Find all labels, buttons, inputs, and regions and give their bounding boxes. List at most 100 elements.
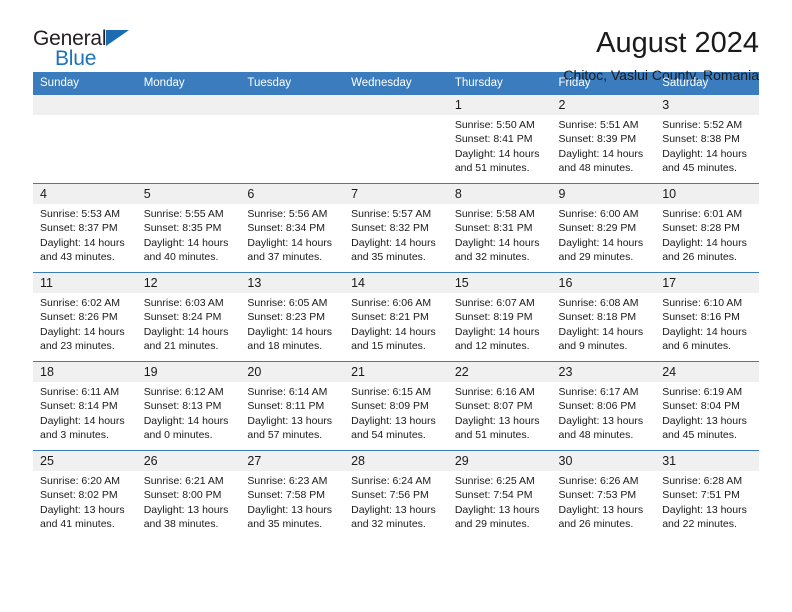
day-details: Sunrise: 5:53 AM Sunset: 8:37 PM Daylight:… <box>33 204 137 264</box>
daylight-text: Daylight: 14 hours and 51 minutes. <box>454 147 540 174</box>
title-block: August 2024 Chitoc, Vaslui County, Roman… <box>563 26 759 85</box>
daylight-text: Daylight: 14 hours and 23 minutes. <box>40 325 125 352</box>
day-details: Sunrise: 6:16 AM Sunset: 8:07 PM Daylight:… <box>448 382 552 442</box>
day-cell[interactable]: 10 Sunrise: 6:01 AM Sunset: 8:28 PM Dayligh… <box>655 183 759 273</box>
weekday-header-tuesday: Tuesday <box>240 72 345 95</box>
day-cell[interactable]: 26 Sunrise: 6:21 AM Sunset: 8:00 PM Dayligh… <box>136 450 241 540</box>
daylight-text: Daylight: 14 hours and 35 minutes. <box>351 236 436 263</box>
day-cell[interactable]: 2 Sunrise: 5:51 AM Sunset: 8:39 PM Daylight… <box>551 94 656 184</box>
day-details: Sunrise: 6:20 AM Sunset: 8:02 PM Daylight:… <box>33 471 137 531</box>
day-cell[interactable]: 29 Sunrise: 6:25 AM Sunset: 7:54 PM Dayligh… <box>447 450 552 540</box>
day-cell[interactable]: 13 Sunrise: 6:05 AM Sunset: 8:23 PM Dayligh… <box>240 272 345 362</box>
day-number: 1 <box>447 95 552 115</box>
daylight-text: Daylight: 13 hours and 51 minutes. <box>454 414 540 441</box>
day-cell[interactable]: 4 Sunrise: 5:53 AM Sunset: 8:37 PM Daylight… <box>33 183 137 273</box>
day-details: Sunrise: 6:03 AM Sunset: 8:24 PM Daylight:… <box>137 293 241 353</box>
month-calendar: Sunday Monday Tuesday Wednesday Thursday Frid… <box>33 72 759 540</box>
calendar-body: 1 Sunrise: 5:50 AM Sunset: 8:41 PM Daylight… <box>33 94 759 540</box>
day-cell[interactable]: 9 Sunrise: 6:00 AM Sunset: 8:29 PM Daylight… <box>551 183 656 273</box>
day-cell[interactable]: 5 Sunrise: 5:55 AM Sunset: 8:35 PM Daylight… <box>136 183 241 273</box>
day-cell[interactable]: 3 Sunrise: 5:52 AM Sunset: 8:38 PM Daylight… <box>655 94 759 184</box>
day-cell[interactable]: 28 Sunrise: 6:24 AM Sunset: 7:56 PM Dayligh… <box>344 450 448 540</box>
sunrise-text: Sunrise: 6:14 AM <box>247 386 328 398</box>
day-details: Sunrise: 5:56 AM Sunset: 8:34 PM Daylight:… <box>240 204 344 264</box>
day-number: 8 <box>447 184 552 204</box>
sunrise-text: Sunrise: 6:01 AM <box>662 208 743 220</box>
sunset-text: Sunset: 8:32 PM <box>351 222 429 235</box>
daylight-text: Daylight: 14 hours and 18 minutes. <box>247 325 333 352</box>
day-details: Sunrise: 6:02 AM Sunset: 8:26 PM Daylight:… <box>33 293 137 353</box>
day-number: 9 <box>551 184 656 204</box>
day-details: Sunrise: 6:08 AM Sunset: 8:18 PM Daylight:… <box>552 293 656 353</box>
sunset-text: Sunset: 8:29 PM <box>558 222 637 235</box>
day-number: 10 <box>655 184 759 204</box>
sunset-text: Sunset: 8:16 PM <box>662 311 740 324</box>
sunset-text: Sunset: 8:34 PM <box>247 222 326 235</box>
location-subtitle: Chitoc, Vaslui County, Romania <box>563 67 759 83</box>
day-cell[interactable]: 23 Sunrise: 6:17 AM Sunset: 8:06 PM Dayligh… <box>551 361 656 451</box>
day-details: Sunrise: 5:57 AM Sunset: 8:32 PM Daylight:… <box>344 204 448 264</box>
day-number <box>33 95 137 115</box>
sunrise-text: Sunrise: 5:53 AM <box>40 208 120 220</box>
day-number: 16 <box>551 273 656 293</box>
day-cell[interactable]: 16 Sunrise: 6:08 AM Sunset: 8:18 PM Dayligh… <box>551 272 656 362</box>
day-cell[interactable]: 8 Sunrise: 5:58 AM Sunset: 8:31 PM Daylight… <box>447 183 552 273</box>
sunset-text: Sunset: 7:53 PM <box>558 489 637 502</box>
triangle-icon <box>106 30 129 46</box>
daylight-text: Daylight: 13 hours and 32 minutes. <box>351 503 436 530</box>
day-details: Sunrise: 6:25 AM Sunset: 7:54 PM Daylight:… <box>448 471 552 531</box>
sunrise-text: Sunrise: 6:19 AM <box>662 386 743 398</box>
day-number: 29 <box>447 451 552 471</box>
day-cell[interactable]: 7 Sunrise: 5:57 AM Sunset: 8:32 PM Daylight… <box>344 183 448 273</box>
sunset-text: Sunset: 8:14 PM <box>40 400 118 413</box>
day-number: 19 <box>136 362 241 382</box>
daylight-text: Daylight: 13 hours and 26 minutes. <box>558 503 644 530</box>
sunset-text: Sunset: 8:19 PM <box>454 311 533 324</box>
sunrise-text: Sunrise: 6:26 AM <box>558 475 639 487</box>
day-details: Sunrise: 5:52 AM Sunset: 8:38 PM Daylight:… <box>655 115 759 175</box>
page-title: August 2024 <box>596 27 759 59</box>
daylight-text: Daylight: 13 hours and 35 minutes. <box>247 503 333 530</box>
day-number: 5 <box>136 184 241 204</box>
sunrise-text: Sunrise: 6:10 AM <box>662 297 743 309</box>
day-cell[interactable]: 20 Sunrise: 6:14 AM Sunset: 8:11 PM Dayligh… <box>240 361 345 451</box>
sunset-text: Sunset: 8:04 PM <box>662 400 740 413</box>
day-cell[interactable]: 24 Sunrise: 6:19 AM Sunset: 8:04 PM Dayligh… <box>655 361 759 451</box>
day-cell[interactable]: 6 Sunrise: 5:56 AM Sunset: 8:34 PM Daylight… <box>240 183 345 273</box>
sunrise-text: Sunrise: 6:16 AM <box>454 386 535 398</box>
sunset-text: Sunset: 7:51 PM <box>662 489 740 502</box>
day-cell[interactable]: 25 Sunrise: 6:20 AM Sunset: 8:02 PM Dayligh… <box>33 450 137 540</box>
daylight-text: Daylight: 14 hours and 45 minutes. <box>662 147 747 174</box>
day-number: 27 <box>240 451 345 471</box>
day-details: Sunrise: 5:58 AM Sunset: 8:31 PM Daylight:… <box>448 204 552 264</box>
weekday-header-wednesday: Wednesday <box>344 72 448 95</box>
day-cell[interactable]: 12 Sunrise: 6:03 AM Sunset: 8:24 PM Dayligh… <box>136 272 241 362</box>
daylight-text: Daylight: 13 hours and 57 minutes. <box>247 414 333 441</box>
day-number: 28 <box>344 451 448 471</box>
day-details: Sunrise: 6:07 AM Sunset: 8:19 PM Daylight:… <box>448 293 552 353</box>
day-cell[interactable]: 21 Sunrise: 6:15 AM Sunset: 8:09 PM Dayligh… <box>344 361 448 451</box>
day-number: 2 <box>551 95 656 115</box>
sunrise-text: Sunrise: 6:08 AM <box>558 297 639 309</box>
sunrise-text: Sunrise: 6:12 AM <box>143 386 224 398</box>
day-cell[interactable]: 11 Sunrise: 6:02 AM Sunset: 8:26 PM Dayligh… <box>33 272 137 362</box>
day-cell[interactable]: 14 Sunrise: 6:06 AM Sunset: 8:21 PM Dayligh… <box>344 272 448 362</box>
sunset-text: Sunset: 8:24 PM <box>143 311 222 324</box>
day-cell[interactable]: 18 Sunrise: 6:11 AM Sunset: 8:14 PM Dayligh… <box>33 361 137 451</box>
day-cell[interactable]: 19 Sunrise: 6:12 AM Sunset: 8:13 PM Dayligh… <box>136 361 241 451</box>
day-details: Sunrise: 6:28 AM Sunset: 7:51 PM Daylight:… <box>655 471 759 531</box>
day-number: 3 <box>655 95 759 115</box>
general-blue-logo: General Blue <box>33 26 153 69</box>
day-cell[interactable]: 17 Sunrise: 6:10 AM Sunset: 8:16 PM Dayligh… <box>655 272 759 362</box>
day-cell[interactable]: 1 Sunrise: 5:50 AM Sunset: 8:41 PM Daylight… <box>447 94 552 184</box>
day-cell[interactable]: 31 Sunrise: 6:28 AM Sunset: 7:51 PM Dayligh… <box>655 450 759 540</box>
day-details: Sunrise: 6:17 AM Sunset: 8:06 PM Daylight:… <box>552 382 656 442</box>
day-cell[interactable]: 15 Sunrise: 6:07 AM Sunset: 8:19 PM Dayligh… <box>447 272 552 362</box>
day-number: 30 <box>551 451 656 471</box>
day-number: 22 <box>447 362 552 382</box>
day-cell[interactable]: 22 Sunrise: 6:16 AM Sunset: 8:07 PM Dayligh… <box>447 361 552 451</box>
sunrise-text: Sunrise: 6:21 AM <box>143 475 224 487</box>
daylight-text: Daylight: 14 hours and 3 minutes. <box>40 414 125 441</box>
day-cell[interactable]: 30 Sunrise: 6:26 AM Sunset: 7:53 PM Dayligh… <box>551 450 656 540</box>
day-cell[interactable]: 27 Sunrise: 6:23 AM Sunset: 7:58 PM Dayligh… <box>240 450 345 540</box>
